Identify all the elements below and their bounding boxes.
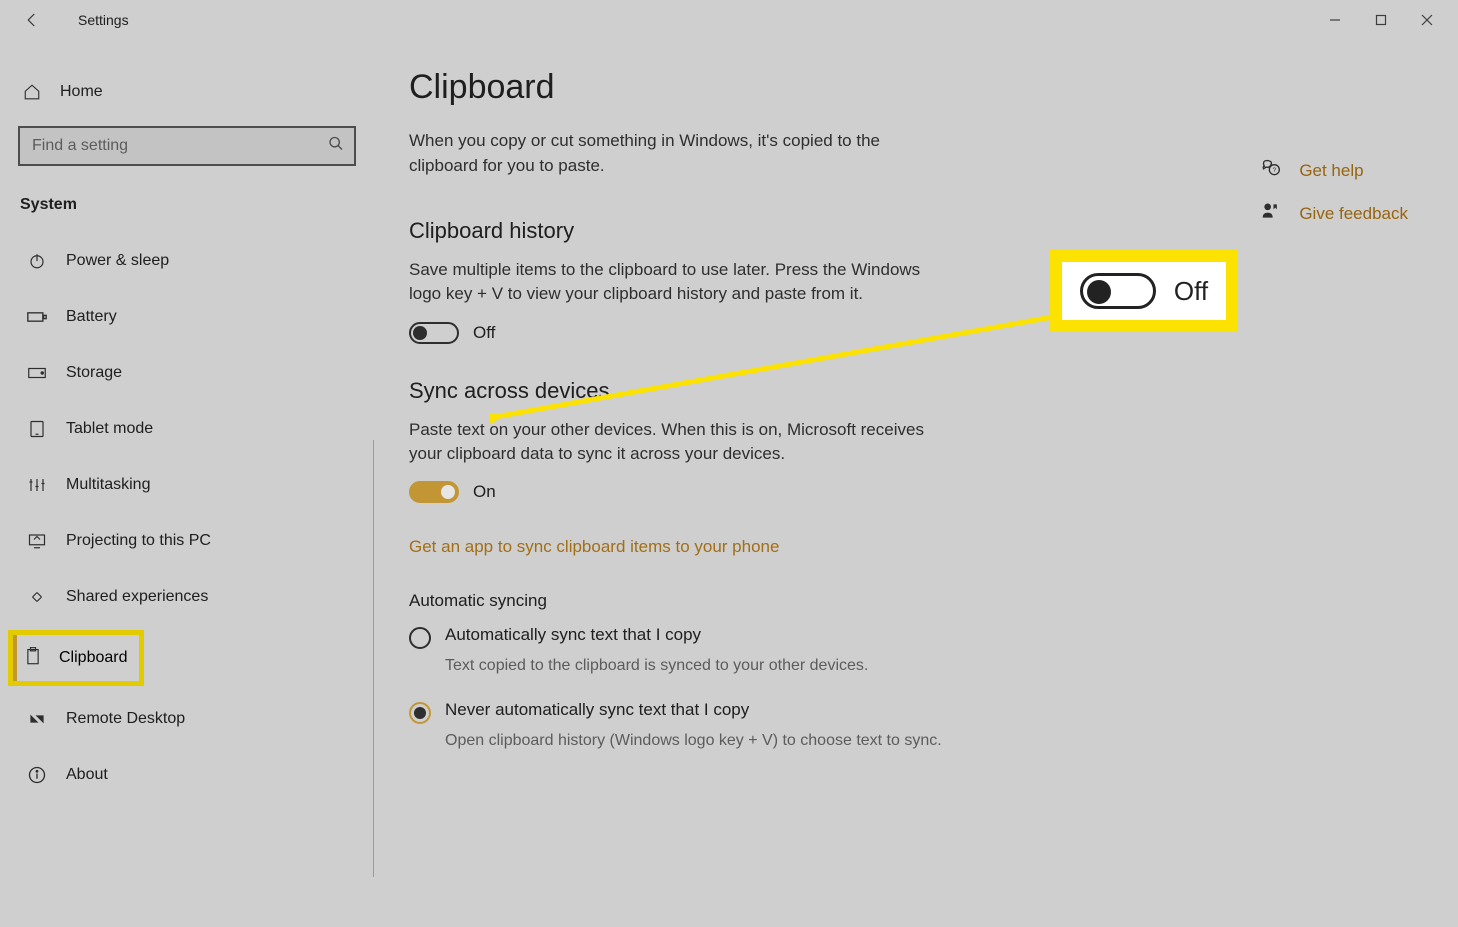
home-nav[interactable]: Home (18, 70, 360, 114)
nav-storage[interactable]: Storage (8, 346, 360, 400)
settings-window: Settings Home Sy (0, 0, 1458, 927)
battery-icon (26, 310, 48, 324)
radio-button[interactable] (409, 627, 431, 649)
power-icon (26, 252, 48, 270)
nav-list: Power & sleep Battery Storage Tablet mod… (8, 234, 360, 802)
share-icon (26, 588, 48, 606)
maximize-button[interactable] (1358, 4, 1404, 36)
radio-never-sync[interactable]: Never automatically sync text that I cop… (409, 700, 1418, 724)
page-lead: When you copy or cut something in Window… (409, 129, 929, 178)
close-button[interactable] (1404, 4, 1450, 36)
sync-desc: Paste text on your other devices. When t… (409, 418, 929, 466)
annotation-callout: Off (1050, 250, 1238, 332)
nav-label: Shared experiences (66, 588, 208, 606)
nav-clipboard[interactable]: Clipboard (13, 635, 139, 681)
help-text: Get help (1299, 161, 1363, 181)
nav-multitasking[interactable]: Multitasking (8, 458, 360, 512)
sidebar: Home System Power & sleep Battery (0, 40, 378, 927)
svg-text:?: ? (1273, 167, 1277, 174)
annotation-highlight-nav: Clipboard (8, 630, 144, 686)
minimize-button[interactable] (1312, 4, 1358, 36)
nav-label: Tablet mode (66, 420, 153, 438)
nav-tablet-mode[interactable]: Tablet mode (8, 402, 360, 456)
radio-label: Automatically sync text that I copy (445, 625, 701, 645)
nav-label: Clipboard (59, 649, 127, 667)
nav-label: Power & sleep (66, 252, 169, 270)
history-toggle[interactable] (409, 322, 459, 344)
radio-button[interactable] (409, 702, 431, 724)
home-icon (22, 83, 42, 101)
clipboard-icon (25, 647, 41, 670)
help-box: ? Get help Give feedback (1261, 158, 1408, 226)
info-icon (26, 766, 48, 784)
feedback-icon (1261, 201, 1283, 226)
help-icon: ? (1261, 158, 1283, 183)
nav-about[interactable]: About (8, 748, 360, 802)
sync-toggle[interactable] (409, 481, 459, 503)
sync-toggle-label: On (473, 482, 496, 502)
remote-icon (26, 710, 48, 728)
tablet-icon (26, 420, 48, 438)
nav-power-sleep[interactable]: Power & sleep (8, 234, 360, 288)
search-field[interactable] (18, 126, 356, 166)
nav-label: Multitasking (66, 476, 150, 494)
back-button[interactable] (16, 4, 48, 36)
radio-auto-sync[interactable]: Automatically sync text that I copy (409, 625, 1418, 649)
search-icon (328, 136, 344, 157)
nav-label: Remote Desktop (66, 710, 185, 728)
titlebar: Settings (0, 0, 1458, 40)
section-header: System (20, 196, 360, 214)
radio-sub: Open clipboard history (Windows logo key… (445, 730, 945, 752)
history-toggle-row: Off (409, 322, 1418, 344)
nav-remote-desktop[interactable]: Remote Desktop (8, 692, 360, 746)
get-help-link[interactable]: ? Get help (1261, 158, 1408, 183)
nav-label: Storage (66, 364, 122, 382)
nav-battery[interactable]: Battery (8, 290, 360, 344)
storage-icon (26, 366, 48, 380)
nav-shared-experiences[interactable]: Shared experiences (8, 570, 360, 624)
sync-app-link[interactable]: Get an app to sync clipboard items to yo… (409, 537, 779, 557)
main-content: Clipboard When you copy or cut something… (378, 40, 1458, 927)
nav-projecting[interactable]: Projecting to this PC (8, 514, 360, 568)
page-title: Clipboard (409, 68, 1418, 107)
multitasking-icon (26, 476, 48, 494)
callout-label: Off (1174, 276, 1208, 307)
radio-sub: Text copied to the clipboard is synced t… (445, 655, 945, 677)
callout-toggle-icon (1080, 273, 1156, 309)
search-input[interactable] (20, 128, 354, 164)
nav-label: Projecting to this PC (66, 532, 211, 550)
auto-sync-header: Automatic syncing (409, 591, 1418, 611)
radio-label: Never automatically sync text that I cop… (445, 700, 749, 720)
sync-toggle-row: On (409, 481, 1418, 503)
app-title: Settings (78, 12, 129, 28)
project-icon (26, 532, 48, 550)
sync-header: Sync across devices (409, 378, 1418, 404)
nav-label: Battery (66, 308, 117, 326)
history-toggle-label: Off (473, 323, 495, 343)
home-label: Home (60, 83, 103, 101)
nav-label: About (66, 766, 108, 784)
give-feedback-link[interactable]: Give feedback (1261, 201, 1408, 226)
history-desc: Save multiple items to the clipboard to … (409, 258, 929, 306)
feedback-text: Give feedback (1299, 204, 1408, 224)
